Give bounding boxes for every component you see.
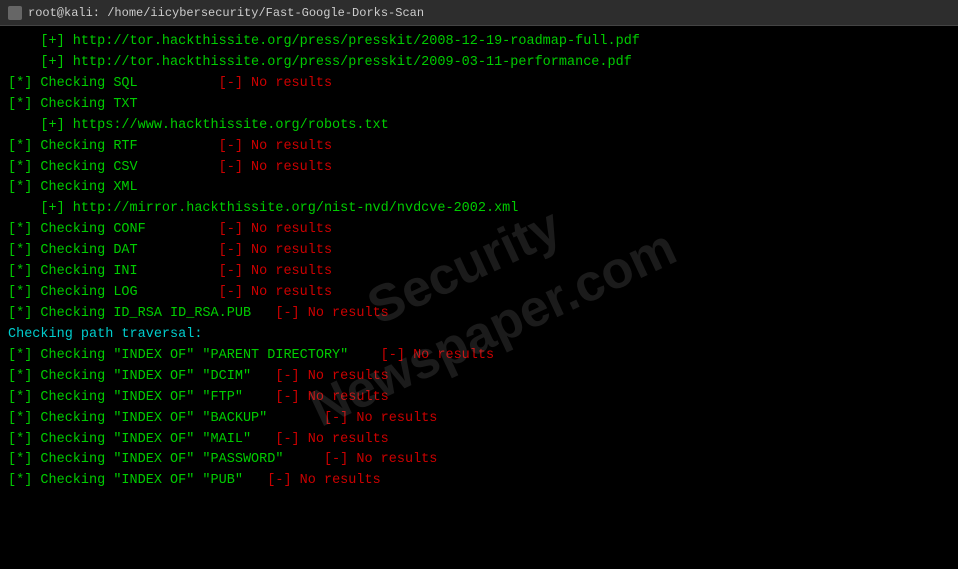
terminal-line: [*] Checking "INDEX OF" "FTP" [-] No res… bbox=[8, 388, 950, 409]
terminal-text: [-] No results bbox=[138, 264, 332, 279]
terminal-text: Checking path traversal: bbox=[8, 327, 202, 342]
terminal-text: Checking TXT bbox=[40, 97, 137, 112]
terminal-line: [*] Checking ID_RSA ID_RSA.PUB [-] No re… bbox=[8, 304, 950, 325]
terminal-text: [-] No results bbox=[138, 139, 332, 154]
terminal-text: [*] bbox=[8, 264, 40, 279]
terminal-text: [*] bbox=[8, 306, 40, 321]
terminal-text: [-] No results bbox=[243, 473, 381, 488]
terminal-text: Checking ID_RSA ID_RSA.PUB bbox=[40, 306, 251, 321]
terminal-line: [*] Checking XML bbox=[8, 178, 950, 199]
terminal-text: Checking "INDEX OF" "PASSWORD" bbox=[40, 452, 283, 467]
title-bar: root@kali: /home/iicybersecurity/Fast-Go… bbox=[0, 0, 958, 26]
terminal-line: [*] Checking "INDEX OF" "PARENT DIRECTOR… bbox=[8, 346, 950, 367]
terminal-text: Checking "INDEX OF" "PUB" bbox=[40, 473, 243, 488]
terminal-text: [-] No results bbox=[283, 452, 437, 467]
terminal-text: [*] bbox=[8, 432, 40, 447]
terminal-icon bbox=[8, 6, 22, 20]
terminal-text: Checking "INDEX OF" "FTP" bbox=[40, 390, 243, 405]
terminal-text: [-] No results bbox=[138, 76, 332, 91]
terminal-line: [+] http://mirror.hackthissite.org/nist-… bbox=[8, 199, 950, 220]
terminal-text: Checking "INDEX OF" "MAIL" bbox=[40, 432, 251, 447]
terminal-line: [*] Checking CSV [-] No results bbox=[8, 158, 950, 179]
terminal-text: [-] No results bbox=[251, 306, 389, 321]
terminal-text: [*] bbox=[8, 390, 40, 405]
terminal-text: [*] bbox=[8, 369, 40, 384]
terminal-text: [*] bbox=[8, 97, 40, 112]
terminal-line: [*] Checking TXT bbox=[8, 95, 950, 116]
terminal-line: [+] https://www.hackthissite.org/robots.… bbox=[8, 116, 950, 137]
terminal-text: Checking CSV bbox=[40, 160, 137, 175]
terminal-line: [*] Checking "INDEX OF" "MAIL" [-] No re… bbox=[8, 430, 950, 451]
terminal-text: [-] No results bbox=[138, 285, 332, 300]
title-bar-text: root@kali: /home/iicybersecurity/Fast-Go… bbox=[28, 6, 424, 20]
terminal-text: Checking RTF bbox=[40, 139, 137, 154]
terminal-line: [*] Checking "INDEX OF" "DCIM" [-] No re… bbox=[8, 367, 950, 388]
terminal-text: [*] bbox=[8, 348, 40, 363]
terminal-line: [+] http://tor.hackthissite.org/press/pr… bbox=[8, 32, 950, 53]
terminal-text: [*] bbox=[8, 160, 40, 175]
terminal-text: [-] No results bbox=[251, 369, 389, 384]
terminal-text: Checking XML bbox=[40, 180, 137, 195]
terminal-text: [-] No results bbox=[138, 160, 332, 175]
terminal-text: [*] bbox=[8, 452, 40, 467]
terminal-text: Checking CONF bbox=[40, 222, 145, 237]
terminal-line: [+] http://tor.hackthissite.org/press/pr… bbox=[8, 53, 950, 74]
terminal-text: [-] No results bbox=[146, 222, 332, 237]
terminal-text: Checking "INDEX OF" "BACKUP" bbox=[40, 411, 267, 426]
terminal-text: Checking LOG bbox=[40, 285, 137, 300]
terminal-text: Checking SQL bbox=[40, 76, 137, 91]
terminal-line: [*] Checking RTF [-] No results bbox=[8, 137, 950, 158]
terminal-output: [+] http://tor.hackthissite.org/press/pr… bbox=[8, 32, 950, 492]
terminal-text: [*] bbox=[8, 222, 40, 237]
terminal-text: [+] http://tor.hackthissite.org/press/pr… bbox=[8, 34, 640, 49]
terminal-line: [*] Checking CONF [-] No results bbox=[8, 220, 950, 241]
terminal-text: [-] No results bbox=[138, 243, 332, 258]
terminal-text: [-] No results bbox=[251, 432, 389, 447]
terminal-line: [*] Checking LOG [-] No results bbox=[8, 283, 950, 304]
terminal-line: [*] Checking "INDEX OF" "PUB" [-] No res… bbox=[8, 471, 950, 492]
terminal-text: [*] bbox=[8, 76, 40, 91]
terminal-text: [-] No results bbox=[348, 348, 494, 363]
terminal-text: [+] http://tor.hackthissite.org/press/pr… bbox=[8, 55, 632, 70]
terminal-text: [*] bbox=[8, 473, 40, 488]
terminal-text: Checking "INDEX OF" "DCIM" bbox=[40, 369, 251, 384]
terminal-text: [+] https://www.hackthissite.org/robots.… bbox=[8, 118, 389, 133]
terminal-text: [-] No results bbox=[267, 411, 437, 426]
terminal-text: Checking DAT bbox=[40, 243, 137, 258]
terminal-window: Security Newspaper.com [+] http://tor.ha… bbox=[0, 26, 958, 569]
terminal-text: [+] http://mirror.hackthissite.org/nist-… bbox=[8, 201, 518, 216]
terminal-line: [*] Checking SQL [-] No results bbox=[8, 74, 950, 95]
terminal-line: [*] Checking DAT [-] No results bbox=[8, 241, 950, 262]
terminal-text: [*] bbox=[8, 411, 40, 426]
terminal-line: [*] Checking INI [-] No results bbox=[8, 262, 950, 283]
terminal-text: [*] bbox=[8, 180, 40, 195]
terminal-text: [*] bbox=[8, 243, 40, 258]
terminal-text: [-] No results bbox=[243, 390, 389, 405]
terminal-line: [*] Checking "INDEX OF" "PASSWORD" [-] N… bbox=[8, 450, 950, 471]
terminal-line: Checking path traversal: bbox=[8, 325, 950, 346]
terminal-text: Checking INI bbox=[40, 264, 137, 279]
terminal-text: [*] bbox=[8, 285, 40, 300]
terminal-text: Checking "INDEX OF" "PARENT DIRECTORY" bbox=[40, 348, 348, 363]
terminal-line: [*] Checking "INDEX OF" "BACKUP" [-] No … bbox=[8, 409, 950, 430]
terminal-text: [*] bbox=[8, 139, 40, 154]
